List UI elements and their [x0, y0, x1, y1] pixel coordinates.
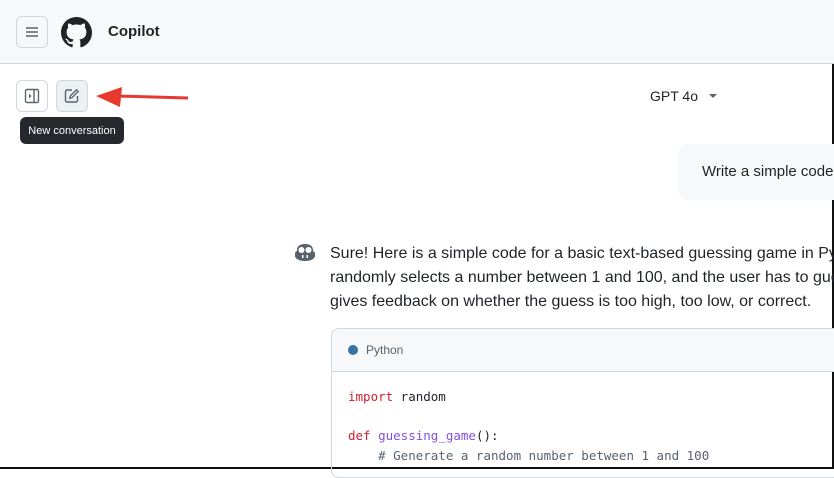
code-token: def [348, 428, 371, 443]
code-content: import random def guessing_game(): # Gen… [332, 372, 834, 477]
assistant-line: Sure! Here is a simple code for a basic … [330, 245, 834, 262]
language-dot [348, 345, 358, 355]
code-token: import [348, 389, 394, 404]
code-block: Python import random def guessing_game()… [331, 328, 834, 478]
assistant-line: gives feedback on whether the guess is t… [330, 293, 812, 310]
code-token: random [393, 389, 446, 404]
chevron-down-icon [709, 94, 717, 98]
edit-icon [64, 88, 80, 103]
code-header: Python [332, 329, 834, 372]
new-conversation-button[interactable] [56, 80, 88, 112]
tooltip: New conversation [20, 117, 124, 144]
toggle-sidebar-button[interactable] [16, 80, 48, 112]
github-logo [61, 17, 92, 48]
code-comment: # Generate a random number between 1 and… [348, 447, 710, 463]
copilot-icon [295, 244, 315, 261]
code-token: (): [475, 428, 499, 443]
assistant-line: randomly selects a number between 1 and … [330, 269, 834, 286]
user-message: Write a simple code [678, 144, 834, 200]
model-selector[interactable]: GPT 4o [650, 88, 718, 104]
menu-button[interactable] [16, 16, 48, 48]
app-title: Copilot [108, 23, 160, 40]
code-language: Python [366, 343, 404, 357]
app-header: Copilot [0, 0, 834, 64]
code-token: guessing_game [378, 428, 476, 443]
sidebar-toggle-icon [24, 88, 40, 104]
assistant-message: Sure! Here is a simple code for a basic … [330, 242, 834, 314]
model-label: GPT 4o [650, 88, 698, 104]
annotation-arrow [96, 87, 189, 107]
hamburger-icon [26, 27, 38, 37]
